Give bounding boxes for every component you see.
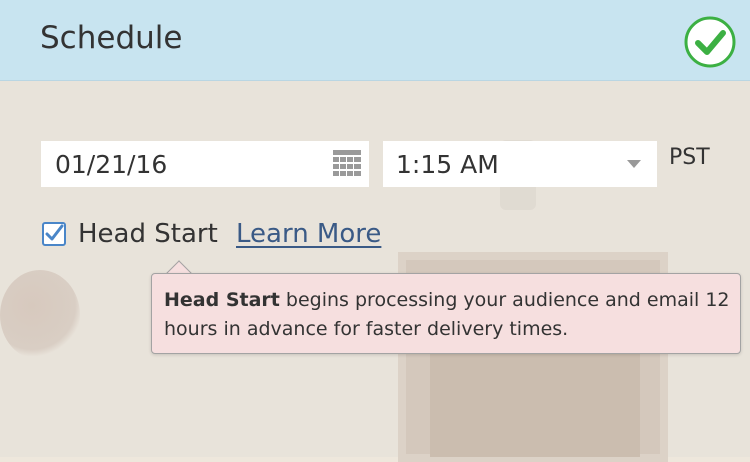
head-start-label[interactable]: Head Start: [78, 219, 218, 249]
calendar-icon[interactable]: [333, 150, 361, 176]
checkmark-icon: [45, 224, 64, 241]
background-plant: [0, 270, 80, 360]
chevron-down-icon[interactable]: [627, 160, 641, 168]
learn-more-link[interactable]: Learn More: [236, 219, 381, 249]
date-field[interactable]: 01/21/16: [41, 141, 369, 187]
head-start-checkbox[interactable]: [42, 222, 66, 246]
timezone-label: PST: [669, 145, 710, 170]
time-value: 1:15 AM: [396, 150, 499, 179]
tooltip-bold-text: Head Start: [164, 289, 280, 311]
schedule-header: Schedule: [0, 0, 750, 81]
check-circle-icon[interactable]: [684, 16, 736, 68]
background-door-panel: [430, 350, 640, 457]
head-start-tooltip: Head Start begins processing your audien…: [151, 273, 741, 354]
page-title: Schedule: [40, 20, 183, 56]
date-value: 01/21/16: [55, 150, 168, 179]
time-select[interactable]: 1:15 AM: [383, 141, 657, 187]
tooltip-text: Head Start begins processing your audien…: [164, 286, 734, 344]
